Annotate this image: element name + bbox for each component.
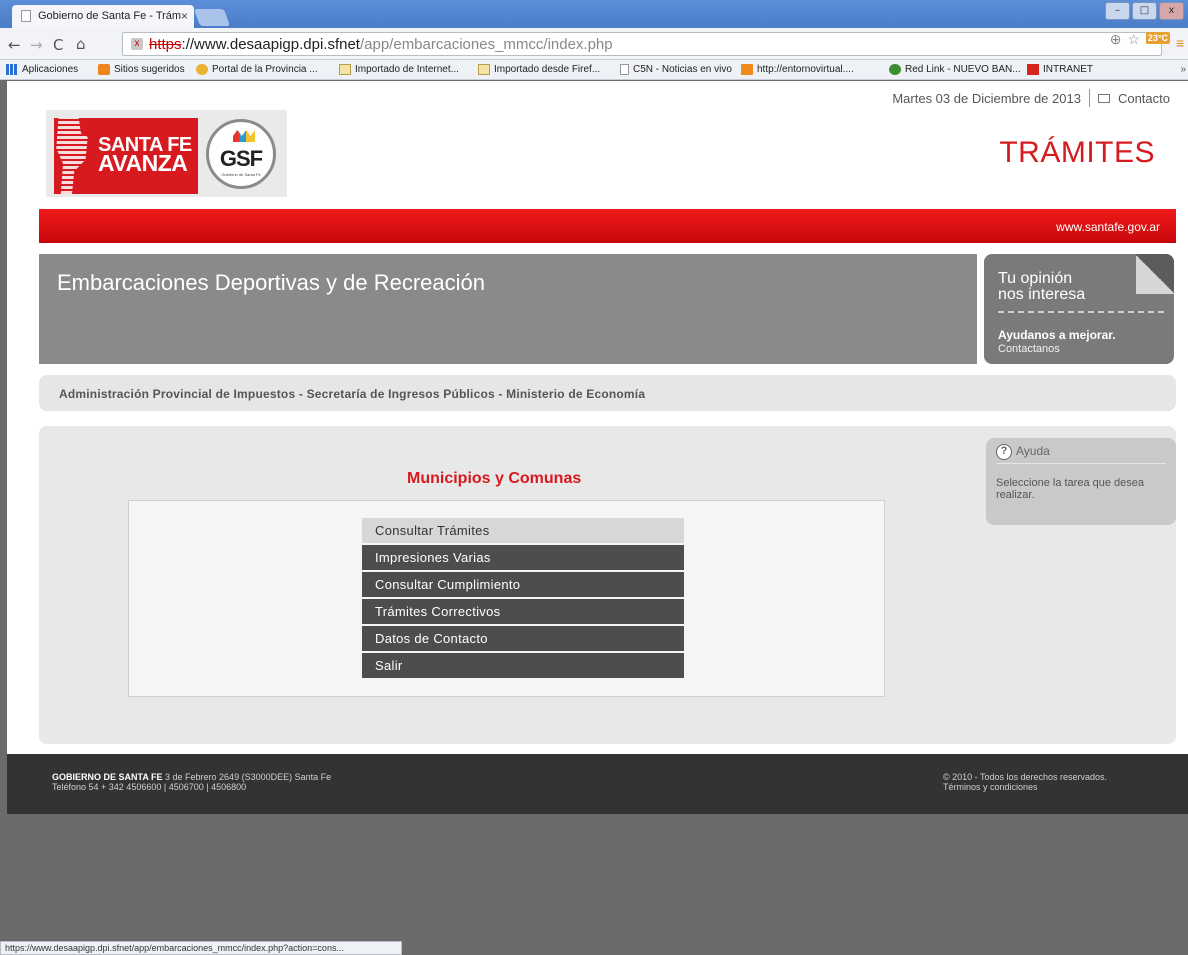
divider xyxy=(998,311,1164,313)
help-text: Seleccione la tarea que desea realizar. xyxy=(996,477,1144,501)
footer-street: 3 de Febrero 2649 (S3000DEE) Santa Fe xyxy=(162,772,332,782)
new-tab-button[interactable] xyxy=(193,9,231,26)
browser-tab-bar: Gobierno de Santa Fe - Trám × – □ x xyxy=(0,0,1188,28)
bookmark-sitios-sugeridos[interactable]: Sitios sugeridos xyxy=(98,64,185,75)
gsf-stars-icon xyxy=(233,130,255,142)
footer-phone: Teléfono 54 + 342 4506600 | 4506700 | 45… xyxy=(52,782,247,792)
forward-icon[interactable]: → xyxy=(30,36,43,54)
menu-item-consultar-cumplimiento[interactable]: Consultar Cumplimiento xyxy=(362,572,684,597)
current-date: Martes 03 de Diciembre de 2013 xyxy=(892,90,1081,106)
footer-address: GOBIERNO DE SANTA FE 3 de Febrero 2649 (… xyxy=(52,772,331,792)
address-bar[interactable]: x https://www.desaapigp.dpi.sfnet/app/em… xyxy=(122,32,1162,56)
close-window-button[interactable]: x xyxy=(1159,2,1184,20)
close-tab-icon[interactable]: × xyxy=(181,9,188,23)
bookmark-portal[interactable]: Portal de la Provincia ... xyxy=(196,64,318,75)
page-footer: GOBIERNO DE SANTA FE 3 de Febrero 2649 (… xyxy=(7,754,1188,814)
maximize-button[interactable]: □ xyxy=(1132,2,1157,20)
minimize-button[interactable]: – xyxy=(1105,2,1130,20)
gsf-logo: GSF Gobierno de Santa Fe xyxy=(206,119,276,189)
feedback-heading: Tu opinión nos interesa xyxy=(998,270,1086,303)
breadcrumb: Administración Provincial de Impuestos -… xyxy=(39,375,1176,411)
red-bookmark-icon xyxy=(1027,64,1039,75)
star-bookmark-icon xyxy=(196,64,208,75)
logo-text: SANTA FE AVANZA xyxy=(98,134,192,176)
reload-icon[interactable]: C xyxy=(53,36,63,54)
back-icon[interactable]: ← xyxy=(8,36,21,54)
logo[interactable]: SANTA FE AVANZA GSF Gobierno de Santa Fe xyxy=(46,110,287,197)
footer-legal: © 2010 - Todos los derechos reservados. … xyxy=(943,772,1107,792)
bookmark-red-link[interactable]: Red Link - NUEVO BAN... xyxy=(889,64,1021,75)
site-url-link[interactable]: www.santafe.gov.ar xyxy=(1056,220,1160,234)
contact-link[interactable]: Contacto xyxy=(1118,91,1170,106)
menu-item-impresiones-varias[interactable]: Impresiones Varias xyxy=(362,545,684,570)
province-map-icon xyxy=(56,118,88,194)
bookmark-importado-internet[interactable]: Importado de Internet... xyxy=(339,64,459,75)
feedback-cta: Ayudanos a mejorar. xyxy=(998,328,1116,342)
page-background xyxy=(7,814,1188,955)
moodle-icon xyxy=(741,64,753,75)
santa-fe-avanza-logo: SANTA FE AVANZA xyxy=(54,118,198,194)
folder-icon xyxy=(478,64,490,75)
url-scheme: https xyxy=(149,36,182,53)
menu-item-consultar-tramites[interactable]: Consultar Trámites xyxy=(362,518,684,543)
browser-status-bar: https://www.desaapigp.dpi.sfnet/app/emba… xyxy=(0,941,402,955)
zoom-icon[interactable]: ⊕ xyxy=(1110,31,1122,48)
menu-icon[interactable]: ≡ xyxy=(1176,35,1186,51)
feedback-contact-link[interactable]: Contactanos xyxy=(998,343,1060,355)
footer-org: GOBIERNO DE SANTA FE xyxy=(52,772,163,782)
bookmark-intranet[interactable]: INTRANET xyxy=(1027,64,1093,75)
page-banner: Embarcaciones Deportivas y de Recreación xyxy=(39,254,977,364)
divider xyxy=(1088,89,1090,107)
help-panel: ? Ayuda Seleccione la tarea que desea rea… xyxy=(986,438,1176,525)
omnibox-icons: ⊕ ☆ xyxy=(1110,31,1140,48)
url-host: ://www.desaapigp.dpi.sfnet xyxy=(181,36,360,53)
tab-title: Gobierno de Santa Fe - Trám xyxy=(38,10,182,22)
bookmark-aplicaciones[interactable]: Aplicaciones xyxy=(6,64,78,75)
folder-icon xyxy=(339,64,351,75)
weather-extension-icon[interactable]: 23°C xyxy=(1145,32,1170,44)
menu-item-tramites-correctivos[interactable]: Trámites Correctivos xyxy=(362,599,684,624)
orange-bookmark-icon xyxy=(98,64,110,75)
window-left-edge xyxy=(0,81,7,941)
page-icon xyxy=(620,64,629,75)
ministry-text: Administración Provincial de Impuestos -… xyxy=(59,387,646,401)
browser-toolbar: ← → C ⌂ x https://www.desaapigp.dpi.sfne… xyxy=(0,28,1188,60)
insecure-lock-icon[interactable]: x xyxy=(131,38,143,50)
page-icon xyxy=(21,10,31,22)
home-icon[interactable]: ⌂ xyxy=(76,35,86,53)
red-header-bar: www.santafe.gov.ar xyxy=(39,209,1176,243)
apps-icon xyxy=(6,64,18,75)
url-path: /app/embarcaciones_mmcc/index.php xyxy=(359,36,613,53)
menu-item-salir[interactable]: Salir xyxy=(362,653,684,678)
more-bookmarks-icon[interactable]: » xyxy=(1180,64,1186,75)
menu-item-datos-contacto[interactable]: Datos de Contacto xyxy=(362,626,684,651)
help-title: Ayuda xyxy=(1016,444,1050,459)
browser-tab[interactable]: Gobierno de Santa Fe - Trám × xyxy=(12,5,194,28)
mail-icon[interactable] xyxy=(1097,93,1110,103)
page-title: Embarcaciones Deportivas y de Recreación xyxy=(57,270,485,295)
task-menu: Consultar Trámites Impresiones Varias Co… xyxy=(128,500,885,697)
footer-copyright: © 2010 - Todos los derechos reservados. xyxy=(943,772,1108,782)
header-topline: Martes 03 de Diciembre de 2013 Contacto xyxy=(892,89,1170,107)
help-header: ? Ayuda xyxy=(996,444,1166,464)
footer-terms-link[interactable]: Términos y condiciones xyxy=(943,782,1107,792)
bookmark-entornovirtual[interactable]: http://entornovirtual.... xyxy=(741,64,854,75)
green-bookmark-icon xyxy=(889,64,901,75)
help-icon: ? xyxy=(996,444,1012,460)
section-title: TRÁMITES xyxy=(999,136,1155,169)
bookmark-importado-firefox[interactable]: Importado desde Firef... xyxy=(478,64,600,75)
page-fold-icon xyxy=(1136,254,1174,294)
window-controls: – □ x xyxy=(1105,2,1184,20)
bookmarks-bar: Aplicaciones Sitios sugeridos Portal de … xyxy=(0,60,1188,80)
bookmark-c5n[interactable]: C5N - Noticias en vivo xyxy=(620,64,732,75)
feedback-widget[interactable]: Tu opinión nos interesa Ayudanos a mejor… xyxy=(984,254,1174,364)
content-title: Municipios y Comunas xyxy=(407,470,582,487)
bookmark-star-icon[interactable]: ☆ xyxy=(1127,31,1140,48)
